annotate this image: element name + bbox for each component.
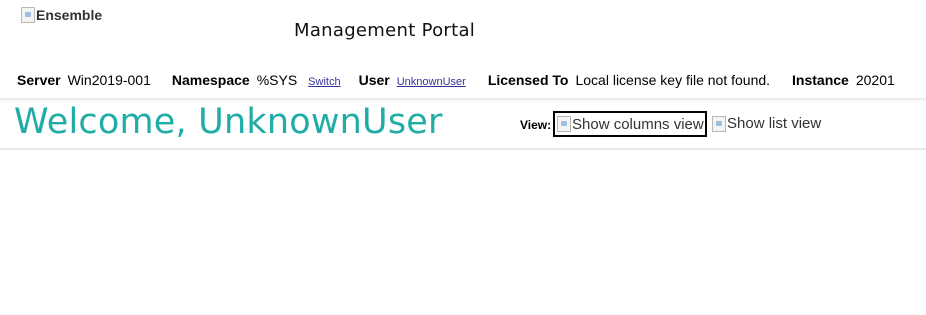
licensed-to-value: Local license key file not found. — [575, 72, 771, 88]
view-label: View: — [520, 118, 552, 132]
instance-value: 20201 — [855, 72, 895, 88]
welcome-heading: Welcome, UnknownUser — [14, 102, 443, 142]
content-divider — [0, 148, 926, 150]
switch-namespace-link[interactable]: Switch — [308, 76, 340, 88]
broken-image-icon — [21, 7, 35, 23]
namespace-value: %SYS — [256, 72, 298, 88]
portal-title: Management Portal — [294, 20, 476, 41]
columns-view-alt-text: Show columns view — [572, 115, 704, 133]
server-info-bar: Server Win2019-001 Namespace %SYS Switch… — [17, 72, 918, 88]
broken-image-icon — [712, 115, 726, 132]
instance-label: Instance — [792, 72, 849, 88]
server-label: Server — [17, 72, 61, 88]
columns-view-button[interactable]: Show columns view — [553, 111, 707, 137]
user-label: User — [358, 72, 390, 88]
logo-alt-text: Ensemble — [36, 7, 103, 23]
ensemble-logo: Ensemble — [21, 7, 102, 23]
server-value: Win2019-001 — [67, 72, 151, 88]
namespace-label: Namespace — [171, 72, 250, 88]
list-view-button[interactable]: Show list view — [712, 115, 821, 132]
broken-image-icon — [557, 116, 571, 132]
user-link[interactable]: UnknownUser — [397, 76, 466, 88]
list-view-alt-text: Show list view — [727, 115, 822, 132]
licensed-to-label: Licensed To — [487, 72, 569, 88]
